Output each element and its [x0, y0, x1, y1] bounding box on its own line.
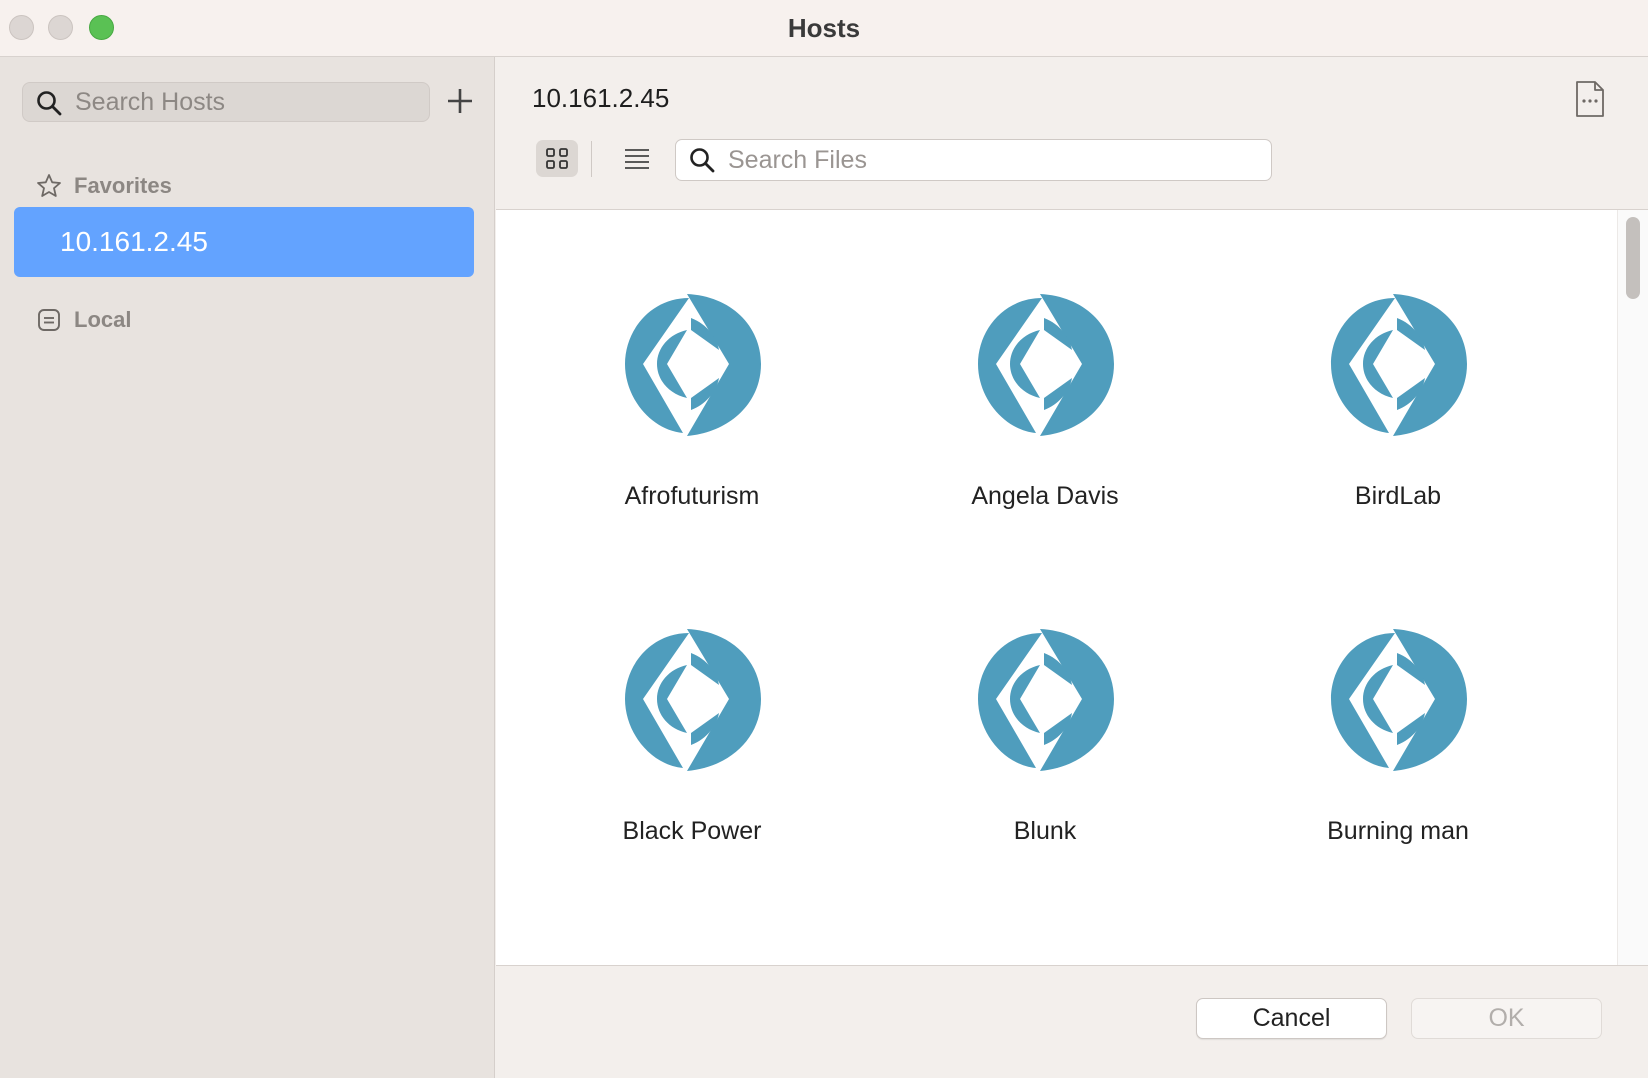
file-name: Burning man [1327, 817, 1469, 845]
more-options-button[interactable] [1573, 79, 1607, 119]
window-title: Hosts [787, 13, 861, 43]
grid-view-icon [546, 148, 568, 169]
filemaker-file-icon [978, 294, 1114, 436]
title-bar: Hosts [0, 0, 1648, 57]
filemaker-file-icon [1331, 629, 1467, 771]
host-search-box[interactable] [22, 82, 430, 122]
list-view-icon [625, 149, 649, 169]
local-label: Local [74, 307, 132, 332]
file-name: Afrofuturism [624, 482, 760, 510]
file-item[interactable]: Afrofuturism [562, 290, 822, 550]
file-search-box[interactable] [675, 139, 1272, 181]
file-item[interactable]: Black Power [562, 625, 822, 885]
file-name: Angela Davis [971, 482, 1119, 510]
file-name: BirdLab [1354, 482, 1442, 510]
view-toggle-divider [591, 141, 592, 177]
filemaker-file-icon [978, 629, 1114, 771]
document-more-icon [1576, 81, 1604, 117]
file-item[interactable]: Blunk [915, 625, 1175, 885]
search-icon [690, 148, 715, 173]
cancel-button[interactable]: Cancel [1196, 998, 1387, 1039]
search-icon [37, 91, 62, 116]
file-name: Blunk [1013, 817, 1077, 845]
file-item[interactable]: Burning man [1268, 625, 1528, 885]
current-host-title: 10.161.2.45 [532, 83, 670, 113]
file-name: Black Power [622, 817, 762, 845]
sidebar: Favorites 10.161.2.45 Local [0, 57, 495, 1078]
file-grid: Afrofuturism Angela Davis BirdLab Black … [496, 209, 1648, 966]
plus-icon [448, 89, 472, 113]
host-search-input[interactable] [75, 85, 420, 119]
add-host-button[interactable] [444, 83, 476, 119]
filemaker-file-icon [1331, 294, 1467, 436]
grid-view-button[interactable] [536, 140, 578, 177]
ok-button[interactable]: OK [1411, 998, 1602, 1039]
sidebar-item-selected-host[interactable]: 10.161.2.45 [14, 207, 474, 277]
file-item[interactable]: BirdLab [1268, 290, 1528, 550]
filemaker-file-icon [625, 294, 761, 436]
local-section-header[interactable]: Local [36, 303, 131, 337]
scrollbar-thumb[interactable] [1626, 217, 1640, 299]
star-icon [37, 174, 61, 197]
file-item[interactable]: Angela Davis [915, 290, 1175, 550]
favorites-label: Favorites [74, 173, 172, 198]
filemaker-file-icon [625, 629, 761, 771]
file-grid-scrollbar[interactable] [1617, 210, 1648, 965]
hosts-window: Hosts Favorites 10.161.2.45 [0, 0, 1648, 1078]
main-panel: 10.161.2.45 Search Files Afrofuturism An… [496, 57, 1648, 1078]
list-view-button[interactable] [616, 140, 658, 177]
file-search-input[interactable] [728, 143, 1258, 177]
local-drive-icon [38, 309, 60, 331]
favorites-section-header: Favorites [36, 169, 172, 203]
